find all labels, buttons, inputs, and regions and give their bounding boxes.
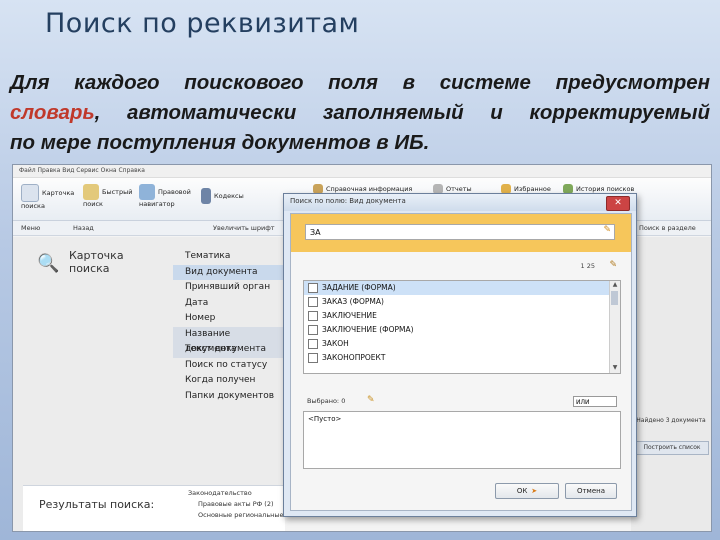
- menu-button[interactable]: Меню: [21, 221, 40, 235]
- found-count: Найдено 3 документа: [636, 417, 706, 424]
- checkbox[interactable]: [308, 325, 318, 335]
- intro-line-2-rest: , автоматически заполняемый и корректиру…: [94, 101, 710, 124]
- list-item[interactable]: ЗАДАНИЕ (ФОРМА): [304, 281, 620, 295]
- edit-icon[interactable]: ✎: [603, 225, 611, 235]
- field-doc-text[interactable]: Текст документа: [173, 342, 283, 358]
- results-label: Результаты поиска:: [39, 498, 155, 511]
- chosen-values-box: <Пусто>: [303, 411, 621, 469]
- checkbox[interactable]: [308, 353, 318, 363]
- results-tree: Законодательство Правовые акты РФ (2) Ос…: [188, 488, 284, 521]
- logic-select[interactable]: ИЛИ: [573, 396, 617, 407]
- tree-item[interactable]: Основные региональные: [188, 510, 284, 521]
- field-topic[interactable]: Тематика: [173, 249, 283, 265]
- dialog-titlebar: Поиск по полю: Вид документа ✕: [284, 194, 636, 211]
- book-icon: [201, 188, 211, 204]
- list-item[interactable]: ЗАКАЗ (ФОРМА): [304, 295, 620, 309]
- dictionary-list: ЗАДАНИЕ (ФОРМА) ЗАКАЗ (ФОРМА) ЗАКЛЮЧЕНИЕ…: [303, 280, 621, 374]
- field-number[interactable]: Номер: [173, 311, 283, 327]
- selected-count: Выбрано: 0: [307, 397, 346, 405]
- results-box: Результаты поиска: Законодательство Прав…: [23, 485, 285, 531]
- field-status[interactable]: Поиск по статусу: [173, 358, 283, 374]
- checkbox[interactable]: [308, 297, 318, 307]
- field-received[interactable]: Когда получен: [173, 373, 283, 389]
- search-band: ЗА ✎: [291, 214, 631, 252]
- zoom-button[interactable]: Увеличить шрифт: [213, 221, 275, 235]
- list-item[interactable]: ЗАКОН: [304, 337, 620, 351]
- field-issuer[interactable]: Принявший орган: [173, 280, 283, 296]
- intro-text: Для каждого поискового поля в системе пр…: [10, 68, 710, 158]
- list-scrollbar[interactable]: ▲ ▼: [609, 281, 620, 373]
- back-button[interactable]: Назад: [73, 221, 94, 235]
- navigator-icon: [139, 184, 155, 200]
- card-title: Карточка поиска: [69, 249, 124, 275]
- field-search-dialog: Поиск по полю: Вид документа ✕ ЗА ✎ 1 25…: [283, 193, 637, 517]
- close-icon[interactable]: ✕: [606, 196, 630, 211]
- card-icon: [21, 184, 39, 202]
- clear-icon[interactable]: ✎: [367, 395, 375, 405]
- slide-title: Поиск по реквизитам: [45, 8, 360, 39]
- right-strip: Найдено 3 документа Построить список: [631, 237, 711, 531]
- list-item[interactable]: ЗАКЛЮЧЕНИЕ (ФОРМА): [304, 323, 620, 337]
- item-counter: 1 25: [580, 262, 595, 270]
- search-card-panel: 🔍 Карточка поиска Тематика Вид документа…: [13, 237, 285, 531]
- search-icon: [83, 184, 99, 200]
- highlight-dictionary: словарь: [10, 101, 95, 124]
- intro-line-1: Для каждого поискового поля в системе пр…: [10, 71, 710, 94]
- list-item[interactable]: ЗАКЛЮЧЕНИЕ: [304, 309, 620, 323]
- dialog-body: ЗА ✎ 1 25 ✎ ЗАДАНИЕ (ФОРМА) ЗАКАЗ (ФОРМА…: [290, 213, 632, 511]
- checkbox[interactable]: [308, 283, 318, 293]
- dictionary-search-input[interactable]: ЗА: [305, 224, 615, 240]
- tree-item[interactable]: Законодательство: [188, 488, 284, 499]
- field-doc-type[interactable]: Вид документа: [173, 264, 283, 280]
- list-item[interactable]: ЗАКОНОПРОЕКТ: [304, 351, 620, 365]
- build-list-button[interactable]: Построить список: [635, 441, 709, 455]
- ribbon-quick-button[interactable]: Быстрый поиск: [83, 184, 137, 208]
- field-list: Тематика Вид документа Принявший орган Д…: [173, 249, 283, 404]
- scroll-up-icon[interactable]: ▲: [610, 281, 620, 290]
- ribbon-legal-button[interactable]: Правовой навигатор: [139, 184, 199, 208]
- cancel-button[interactable]: Отмена: [565, 483, 617, 499]
- scroll-down-icon[interactable]: ▼: [610, 364, 620, 373]
- magnifier-icon: 🔍: [37, 253, 60, 274]
- edit-icon[interactable]: ✎: [609, 260, 617, 270]
- dialog-title: Поиск по полю: Вид документа: [290, 197, 406, 205]
- checkbox[interactable]: [308, 339, 318, 349]
- intro-line-2: словарь, автоматически заполняемый и кор…: [10, 98, 710, 128]
- search-section-label: Поиск в разделе: [639, 224, 696, 232]
- tree-item[interactable]: Правовые акты РФ (2): [188, 499, 284, 510]
- ok-button[interactable]: ОК ➤: [495, 483, 559, 499]
- field-date[interactable]: Дата: [173, 296, 283, 312]
- field-folders[interactable]: Папки документов: [173, 389, 283, 405]
- ribbon-card-button[interactable]: Карточка поиска: [21, 184, 77, 210]
- ribbon-codes-button[interactable]: Кодексы: [201, 188, 251, 204]
- chosen-values-text: <Пусто>: [308, 415, 342, 423]
- menubar: Файл Правка Вид Сервис Окна Справка: [13, 165, 711, 178]
- arrow-right-icon: ➤: [531, 487, 538, 495]
- checkbox[interactable]: [308, 311, 318, 321]
- intro-line-3: по мере поступления документов в ИБ.: [10, 131, 430, 154]
- field-doc-name[interactable]: Название документа: [173, 326, 283, 354]
- scroll-thumb[interactable]: [611, 291, 618, 305]
